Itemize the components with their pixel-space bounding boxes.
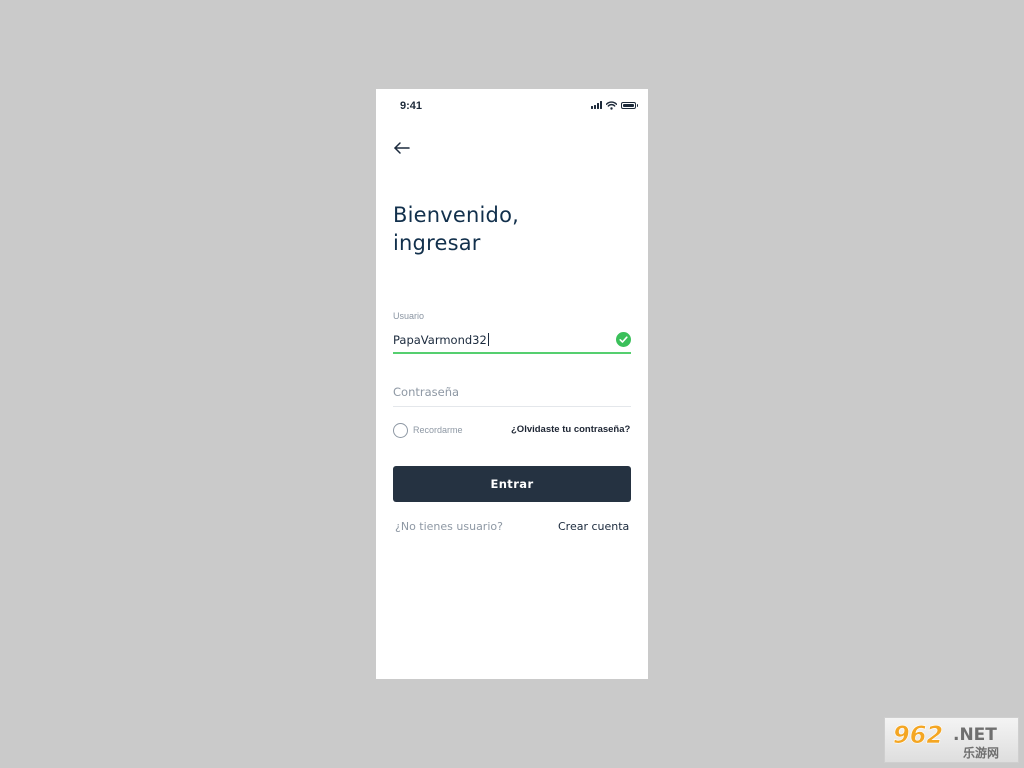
check-circle-icon <box>616 332 631 347</box>
status-time: 9:41 <box>400 100 423 112</box>
back-button[interactable] <box>392 138 412 158</box>
page-title: Bienvenido, ingresar <box>393 201 633 257</box>
login-button[interactable]: Entrar <box>393 466 631 502</box>
svg-text:.NET: .NET <box>953 725 997 745</box>
signal-icon <box>591 101 602 109</box>
no-account-prompt: ¿No tienes usuario? <box>395 520 503 533</box>
username-value: PapaVarmond32 <box>393 333 487 347</box>
text-cursor <box>487 333 489 346</box>
title-line-2: ingresar <box>393 231 481 255</box>
remember-me-radio[interactable] <box>393 423 408 438</box>
remember-me-label[interactable]: Recordarme <box>413 425 463 435</box>
arrow-left-icon <box>394 142 410 154</box>
forgot-password-link[interactable]: ¿Olvidaste tu contraseña? <box>511 424 630 435</box>
svg-text:962: 962 <box>893 721 943 749</box>
title-line-1: Bienvenido, <box>393 203 520 227</box>
svg-text:乐游网: 乐游网 <box>963 745 999 760</box>
status-bar: 9:41 <box>376 89 648 123</box>
watermark-logo: 962 .NET 乐游网 <box>884 717 1019 763</box>
create-account-link[interactable]: Crear cuenta <box>558 520 629 533</box>
password-input[interactable]: Contraseña <box>393 381 631 407</box>
wifi-icon <box>606 100 617 110</box>
status-icons <box>591 100 638 110</box>
login-screen: 9:41 Bienvenido, ingresar Usuario PapaVa… <box>376 89 648 679</box>
battery-icon <box>621 101 638 109</box>
username-input[interactable]: PapaVarmond32 <box>393 329 631 354</box>
watermark-logo-image: 962 .NET 乐游网 <box>893 721 999 760</box>
username-label: Usuario <box>393 311 425 321</box>
password-placeholder: Contraseña <box>393 385 460 399</box>
